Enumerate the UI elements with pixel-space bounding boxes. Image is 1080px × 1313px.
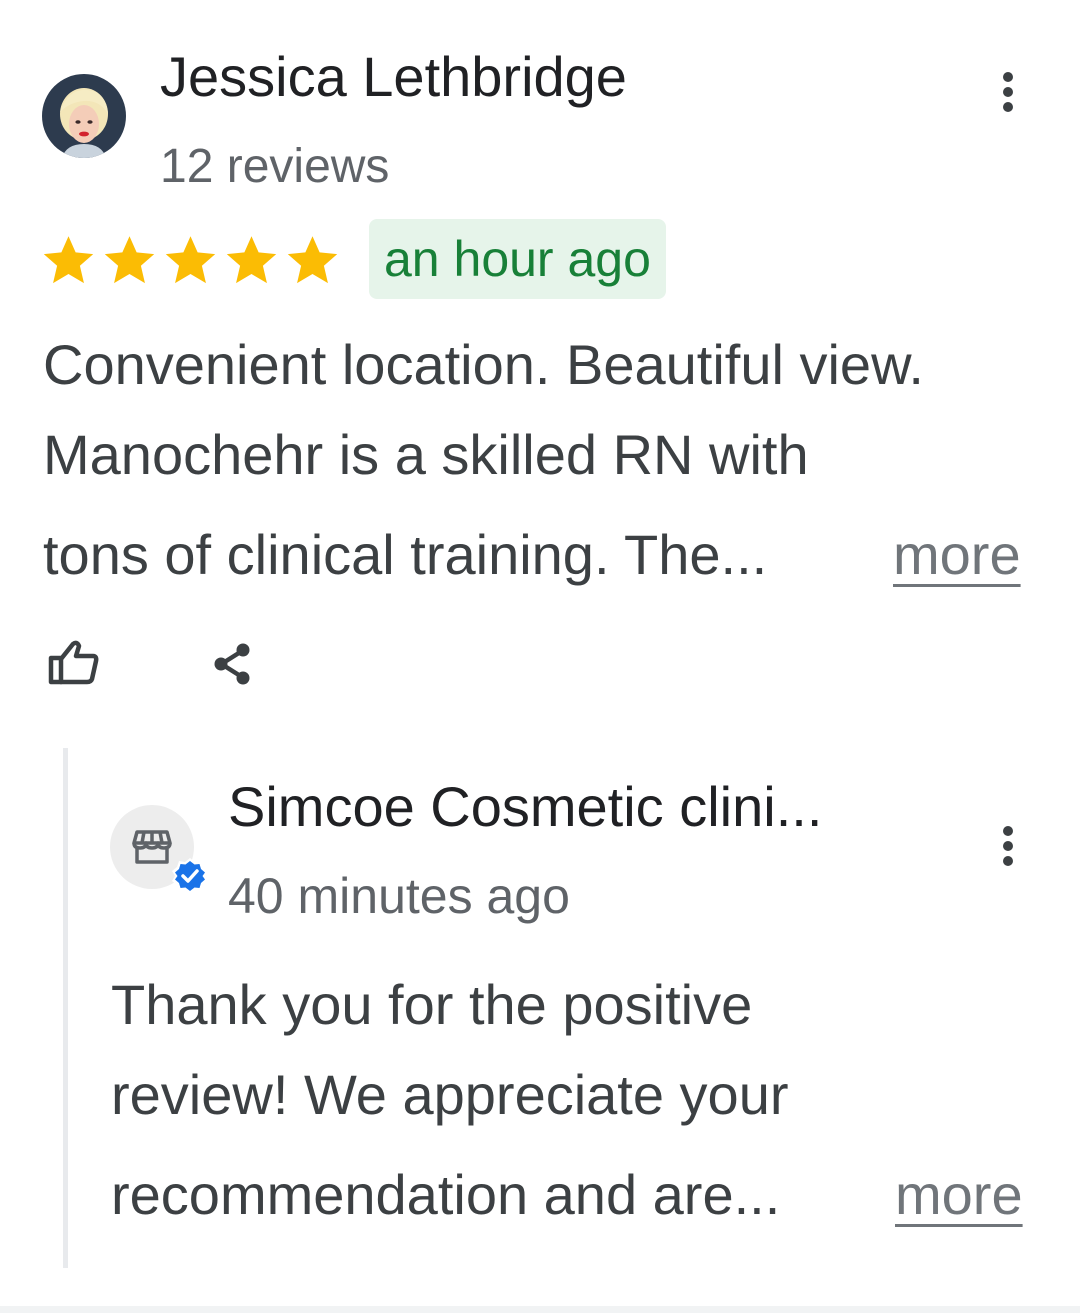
share-button[interactable]	[200, 632, 264, 696]
star-rating	[40, 230, 341, 290]
star-icon	[165, 235, 216, 283]
reply-thread-bar	[63, 748, 68, 1268]
review-text-line: tons of clinical training. The...	[43, 523, 768, 586]
reviewer-name[interactable]: Jessica Lethbridge	[160, 42, 627, 112]
like-button[interactable]	[42, 630, 106, 694]
star-icon	[287, 235, 338, 283]
storefront-icon	[132, 830, 172, 864]
share-icon	[214, 643, 250, 685]
review-text-line: Convenient location. Beautiful view.	[43, 333, 924, 396]
reply-more-link[interactable]: more	[895, 1160, 1023, 1230]
review-more-link[interactable]: more	[893, 520, 1021, 590]
star-icon	[226, 235, 277, 283]
star-icon	[104, 235, 155, 283]
reply-time: 40 minutes ago	[228, 868, 570, 924]
verified-icon	[170, 856, 210, 896]
review-menu-button[interactable]	[988, 62, 1028, 122]
more-vert-icon	[1003, 826, 1013, 866]
reply-text-line: Thank you for the positive	[111, 973, 753, 1036]
reply-menu-button[interactable]	[988, 816, 1028, 876]
review-time-badge: an hour ago	[369, 219, 666, 299]
bottom-divider	[0, 1306, 1080, 1313]
reply-text-line: review! We appreciate your	[111, 1063, 789, 1126]
owner-name[interactable]: Simcoe Cosmetic clini...	[228, 772, 822, 842]
thumb-up-icon	[48, 640, 99, 685]
reviewer-review-count: 12 reviews	[160, 140, 390, 193]
star-icon	[43, 235, 94, 283]
more-vert-icon	[1003, 72, 1013, 112]
reply-text-line: recommendation and are...	[111, 1163, 781, 1226]
review-text-line: Manochehr is a skilled RN with	[43, 423, 809, 486]
reviewer-avatar[interactable]	[42, 74, 126, 158]
